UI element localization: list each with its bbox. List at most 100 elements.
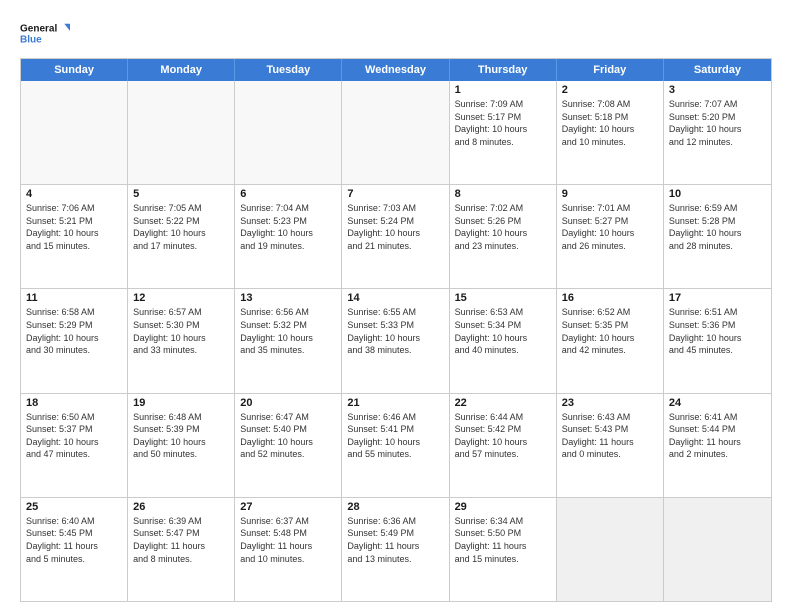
cal-header-cell: Wednesday <box>342 59 449 81</box>
calendar-row: 1 Sunrise: 7:09 AM Sunset: 5:17 PM Daylig… <box>21 81 771 184</box>
calendar-cell: 19 Sunrise: 6:48 AM Sunset: 5:39 PM Dayli… <box>128 394 235 497</box>
calendar-row: 18 Sunrise: 6:50 AM Sunset: 5:37 PM Dayli… <box>21 393 771 497</box>
day-info: Sunrise: 6:48 AM Sunset: 5:39 PM Dayligh… <box>133 411 229 461</box>
calendar-cell <box>557 498 664 601</box>
day-info: Sunrise: 6:46 AM Sunset: 5:41 PM Dayligh… <box>347 411 443 461</box>
calendar-cell: 6 Sunrise: 7:04 AM Sunset: 5:23 PM Daylig… <box>235 185 342 288</box>
cal-header-cell: Monday <box>128 59 235 81</box>
day-info: Sunrise: 6:47 AM Sunset: 5:40 PM Dayligh… <box>240 411 336 461</box>
day-info: Sunrise: 6:40 AM Sunset: 5:45 PM Dayligh… <box>26 515 122 565</box>
calendar-cell: 11 Sunrise: 6:58 AM Sunset: 5:29 PM Dayli… <box>21 289 128 392</box>
day-info: Sunrise: 7:03 AM Sunset: 5:24 PM Dayligh… <box>347 202 443 252</box>
day-number: 28 <box>347 501 443 513</box>
calendar-cell: 2Sunrise: 7:08 AM Sunset: 5:18 PM Daylig… <box>557 81 664 184</box>
logo-svg: General Blue <box>20 16 70 50</box>
day-info: Sunrise: 6:44 AM Sunset: 5:42 PM Dayligh… <box>455 411 551 461</box>
calendar-cell <box>21 81 128 184</box>
calendar-cell <box>128 81 235 184</box>
day-number: 2 <box>562 84 658 96</box>
calendar-cell: 10 Sunrise: 6:59 AM Sunset: 5:28 PM Dayli… <box>664 185 771 288</box>
day-info: Sunrise: 6:41 AM Sunset: 5:44 PM Dayligh… <box>669 411 766 461</box>
day-number: 1 <box>455 84 551 96</box>
calendar-cell: 20 Sunrise: 6:47 AM Sunset: 5:40 PM Dayli… <box>235 394 342 497</box>
header-row: General Blue <box>20 16 772 50</box>
calendar-cell: 7 Sunrise: 7:03 AM Sunset: 5:24 PM Daylig… <box>342 185 449 288</box>
day-info: Sunrise: 6:53 AM Sunset: 5:34 PM Dayligh… <box>455 306 551 356</box>
day-number: 8 <box>455 188 551 200</box>
calendar-cell: 25 Sunrise: 6:40 AM Sunset: 5:45 PM Dayli… <box>21 498 128 601</box>
calendar-cell: 23Sunrise: 6:43 AM Sunset: 5:43 PM Dayli… <box>557 394 664 497</box>
day-info: Sunrise: 6:55 AM Sunset: 5:33 PM Dayligh… <box>347 306 443 356</box>
calendar-header: SundayMondayTuesdayWednesdayThursdayFrid… <box>21 59 771 81</box>
day-info: Sunrise: 6:59 AM Sunset: 5:28 PM Dayligh… <box>669 202 766 252</box>
calendar-row: 11 Sunrise: 6:58 AM Sunset: 5:29 PM Dayli… <box>21 288 771 392</box>
day-number: 5 <box>133 188 229 200</box>
day-number: 16 <box>562 292 658 304</box>
calendar: SundayMondayTuesdayWednesdayThursdayFrid… <box>20 58 772 602</box>
day-number: 20 <box>240 397 336 409</box>
page: General Blue SundayMondayTuesdayWednesda… <box>0 0 792 612</box>
day-info: Sunrise: 7:05 AM Sunset: 5:22 PM Dayligh… <box>133 202 229 252</box>
calendar-cell: 12Sunrise: 6:57 AM Sunset: 5:30 PM Dayli… <box>128 289 235 392</box>
day-info: Sunrise: 7:01 AM Sunset: 5:27 PM Dayligh… <box>562 202 658 252</box>
day-info: Sunrise: 6:39 AM Sunset: 5:47 PM Dayligh… <box>133 515 229 565</box>
calendar-row: 25 Sunrise: 6:40 AM Sunset: 5:45 PM Dayli… <box>21 497 771 601</box>
calendar-cell: 18 Sunrise: 6:50 AM Sunset: 5:37 PM Dayli… <box>21 394 128 497</box>
day-number: 9 <box>562 188 658 200</box>
day-info: Sunrise: 6:58 AM Sunset: 5:29 PM Dayligh… <box>26 306 122 356</box>
calendar-cell: 3 Sunrise: 7:07 AM Sunset: 5:20 PM Daylig… <box>664 81 771 184</box>
day-number: 18 <box>26 397 122 409</box>
day-number: 11 <box>26 292 122 304</box>
logo: General Blue <box>20 16 70 50</box>
day-info: Sunrise: 7:04 AM Sunset: 5:23 PM Dayligh… <box>240 202 336 252</box>
svg-text:Blue: Blue <box>20 34 42 45</box>
day-info: Sunrise: 7:06 AM Sunset: 5:21 PM Dayligh… <box>26 202 122 252</box>
calendar-cell: 8Sunrise: 7:02 AM Sunset: 5:26 PM Daylig… <box>450 185 557 288</box>
day-number: 3 <box>669 84 766 96</box>
calendar-cell: 21Sunrise: 6:46 AM Sunset: 5:41 PM Dayli… <box>342 394 449 497</box>
day-number: 17 <box>669 292 766 304</box>
calendar-cell: 5 Sunrise: 7:05 AM Sunset: 5:22 PM Daylig… <box>128 185 235 288</box>
calendar-body: 1 Sunrise: 7:09 AM Sunset: 5:17 PM Daylig… <box>21 81 771 601</box>
calendar-cell <box>664 498 771 601</box>
calendar-cell: 28 Sunrise: 6:36 AM Sunset: 5:49 PM Dayli… <box>342 498 449 601</box>
day-number: 19 <box>133 397 229 409</box>
day-number: 24 <box>669 397 766 409</box>
calendar-cell: 29Sunrise: 6:34 AM Sunset: 5:50 PM Dayli… <box>450 498 557 601</box>
day-number: 7 <box>347 188 443 200</box>
calendar-cell: 26 Sunrise: 6:39 AM Sunset: 5:47 PM Dayli… <box>128 498 235 601</box>
day-info: Sunrise: 6:56 AM Sunset: 5:32 PM Dayligh… <box>240 306 336 356</box>
day-info: Sunrise: 7:09 AM Sunset: 5:17 PM Dayligh… <box>455 98 551 148</box>
day-info: Sunrise: 6:37 AM Sunset: 5:48 PM Dayligh… <box>240 515 336 565</box>
calendar-cell <box>342 81 449 184</box>
day-info: Sunrise: 6:50 AM Sunset: 5:37 PM Dayligh… <box>26 411 122 461</box>
calendar-cell: 1 Sunrise: 7:09 AM Sunset: 5:17 PM Daylig… <box>450 81 557 184</box>
svg-text:General: General <box>20 24 57 35</box>
day-info: Sunrise: 6:52 AM Sunset: 5:35 PM Dayligh… <box>562 306 658 356</box>
day-info: Sunrise: 6:36 AM Sunset: 5:49 PM Dayligh… <box>347 515 443 565</box>
calendar-cell: 27 Sunrise: 6:37 AM Sunset: 5:48 PM Dayli… <box>235 498 342 601</box>
day-number: 6 <box>240 188 336 200</box>
calendar-cell <box>235 81 342 184</box>
day-number: 26 <box>133 501 229 513</box>
calendar-cell: 4 Sunrise: 7:06 AM Sunset: 5:21 PM Daylig… <box>21 185 128 288</box>
day-number: 10 <box>669 188 766 200</box>
calendar-cell: 17 Sunrise: 6:51 AM Sunset: 5:36 PM Dayli… <box>664 289 771 392</box>
day-number: 27 <box>240 501 336 513</box>
calendar-row: 4 Sunrise: 7:06 AM Sunset: 5:21 PM Daylig… <box>21 184 771 288</box>
day-number: 25 <box>26 501 122 513</box>
calendar-cell: 9 Sunrise: 7:01 AM Sunset: 5:27 PM Daylig… <box>557 185 664 288</box>
day-number: 13 <box>240 292 336 304</box>
calendar-cell: 15 Sunrise: 6:53 AM Sunset: 5:34 PM Dayli… <box>450 289 557 392</box>
cal-header-cell: Sunday <box>21 59 128 81</box>
calendar-cell: 22 Sunrise: 6:44 AM Sunset: 5:42 PM Dayli… <box>450 394 557 497</box>
day-number: 4 <box>26 188 122 200</box>
cal-header-cell: Saturday <box>664 59 771 81</box>
day-info: Sunrise: 6:51 AM Sunset: 5:36 PM Dayligh… <box>669 306 766 356</box>
day-number: 15 <box>455 292 551 304</box>
day-info: Sunrise: 6:57 AM Sunset: 5:30 PM Dayligh… <box>133 306 229 356</box>
cal-header-cell: Friday <box>557 59 664 81</box>
day-info: Sunrise: 7:07 AM Sunset: 5:20 PM Dayligh… <box>669 98 766 148</box>
day-number: 22 <box>455 397 551 409</box>
calendar-cell: 16 Sunrise: 6:52 AM Sunset: 5:35 PM Dayli… <box>557 289 664 392</box>
